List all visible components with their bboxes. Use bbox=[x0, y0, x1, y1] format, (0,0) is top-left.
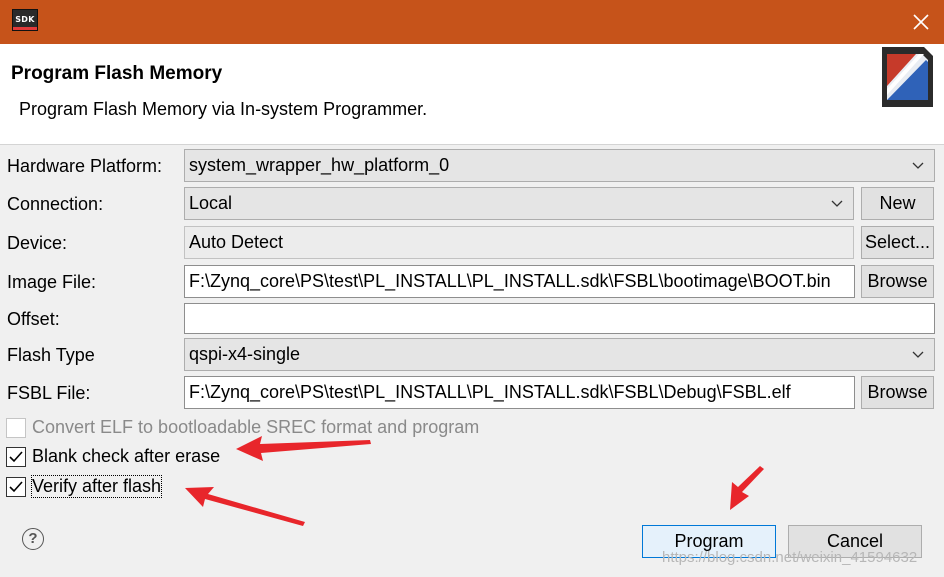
hardware-platform-select[interactable]: system_wrapper_hw_platform_0 bbox=[184, 149, 935, 182]
image-file-value: F:\Zynq_core\PS\test\PL_INSTALL\PL_INSTA… bbox=[189, 271, 831, 291]
verify-checkbox[interactable] bbox=[6, 476, 26, 497]
blank-check-checkbox-row[interactable]: Blank check after erase bbox=[6, 446, 220, 467]
watermark-text: https://blog.csdn.net/weixin_41594632 bbox=[662, 549, 918, 566]
dialog-title: Program Flash Memory bbox=[11, 63, 223, 84]
help-icon[interactable]: ? bbox=[22, 528, 44, 550]
connection-label: Connection: bbox=[7, 194, 104, 214]
dialog-header: Program Flash Memory Program Flash Memor… bbox=[0, 44, 944, 145]
offset-label: Offset: bbox=[7, 309, 60, 329]
annotation-arrow-program bbox=[730, 466, 764, 510]
hardware-platform-value: system_wrapper_hw_platform_0 bbox=[189, 155, 450, 175]
hardware-platform-label: Hardware Platform: bbox=[7, 156, 163, 176]
device-field: Auto Detect bbox=[184, 226, 854, 259]
select-device-button[interactable]: Select... bbox=[861, 226, 934, 259]
browse-image-button[interactable]: Browse bbox=[861, 265, 934, 298]
flash-type-label: Flash Type bbox=[7, 345, 95, 365]
sdk-flash-logo-icon bbox=[882, 47, 933, 107]
checkmark-icon bbox=[9, 450, 23, 462]
convert-elf-checkbox-row: Convert ELF to bootloadable SREC format … bbox=[6, 417, 479, 438]
convert-elf-checkbox bbox=[6, 417, 26, 438]
image-file-label: Image File: bbox=[7, 272, 97, 292]
close-icon bbox=[913, 14, 929, 30]
verify-label: Verify after flash bbox=[30, 475, 163, 498]
close-button[interactable] bbox=[898, 0, 944, 44]
title-bar: SDK bbox=[0, 0, 944, 44]
annotation-arrow-verify bbox=[185, 487, 305, 526]
image-file-input[interactable]: F:\Zynq_core\PS\test\PL_INSTALL\PL_INSTA… bbox=[184, 265, 855, 298]
offset-input[interactable] bbox=[184, 303, 935, 334]
verify-checkbox-row[interactable]: Verify after flash bbox=[6, 475, 163, 498]
annotation-arrow-blank-check bbox=[236, 436, 371, 461]
new-connection-button[interactable]: New bbox=[861, 187, 934, 220]
connection-select[interactable]: Local bbox=[184, 187, 854, 220]
convert-elf-label: Convert ELF to bootloadable SREC format … bbox=[32, 417, 480, 437]
fsbl-file-input[interactable]: F:\Zynq_core\PS\test\PL_INSTALL\PL_INSTA… bbox=[184, 376, 855, 409]
checkmark-icon bbox=[9, 480, 23, 492]
device-label: Device: bbox=[7, 233, 68, 253]
fsbl-file-value: F:\Zynq_core\PS\test\PL_INSTALL\PL_INSTA… bbox=[189, 382, 791, 402]
blank-check-label: Blank check after erase bbox=[32, 446, 221, 466]
chevron-down-icon bbox=[831, 200, 843, 207]
connection-value: Local bbox=[189, 193, 233, 213]
browse-fsbl-button[interactable]: Browse bbox=[861, 376, 934, 409]
sdk-app-icon: SDK bbox=[12, 9, 38, 31]
app-icon-text: SDK bbox=[15, 15, 35, 24]
fsbl-file-label: FSBL File: bbox=[7, 383, 91, 403]
device-value: Auto Detect bbox=[189, 232, 284, 252]
flash-type-select[interactable]: qspi-x4-single bbox=[184, 338, 935, 371]
dialog-subtitle: Program Flash Memory via In-system Progr… bbox=[19, 99, 428, 119]
chevron-down-icon bbox=[912, 351, 924, 358]
blank-check-checkbox[interactable] bbox=[6, 446, 26, 467]
chevron-down-icon bbox=[912, 162, 924, 169]
flash-type-value: qspi-x4-single bbox=[189, 344, 301, 364]
